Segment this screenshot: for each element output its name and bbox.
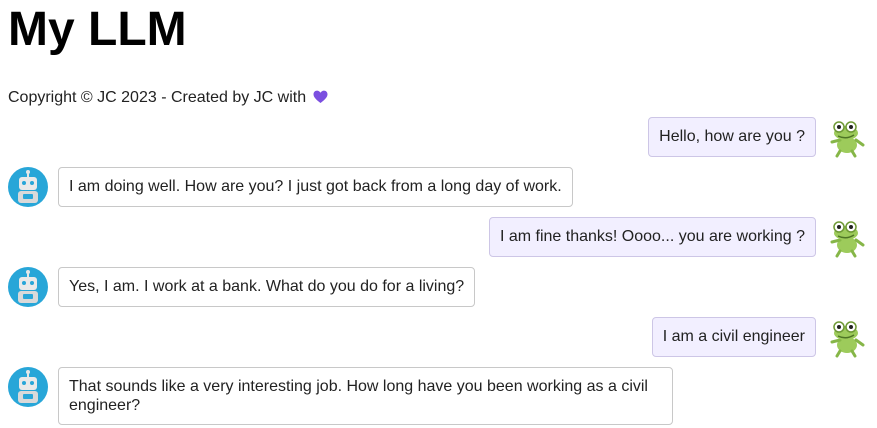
message-text: That sounds like a very interesting job.… [69,378,648,414]
chat-page: My LLM Copyright © JC 2023 - Created by … [0,0,877,428]
page-title: My LLM [8,3,187,56]
heart-icon [313,90,328,110]
assistant-message: Yes, I am. I work at a bank. What do you… [58,267,476,307]
message-text: I am fine thanks! Oooo... you are workin… [499,228,805,245]
assistant-message: I am doing well. How are you? I just got… [58,167,573,207]
copyright-text: Copyright © JC 2023 - Created by JC with [8,89,307,106]
user-message: Hello, how are you ? [648,117,816,157]
user-message: I am fine thanks! Oooo... you are workin… [488,217,816,257]
frog-avatar-icon [826,218,866,258]
assistant-message: That sounds like a very interesting job.… [58,367,673,425]
robot-avatar-icon [8,367,48,407]
robot-avatar-icon [8,267,48,307]
frog-avatar-icon [826,318,866,358]
message-text: Hello, how are you ? [659,128,805,145]
message-text: Yes, I am. I work at a bank. What do you… [69,278,465,295]
message-text: I am a civil engineer [662,328,805,345]
user-message: I am a civil engineer [651,317,816,357]
frog-avatar-icon [826,118,866,158]
robot-avatar-icon [8,167,48,207]
copyright-line: Copyright © JC 2023 - Created by JC with [8,88,328,110]
message-text: I am doing well. How are you? I just got… [69,178,562,195]
